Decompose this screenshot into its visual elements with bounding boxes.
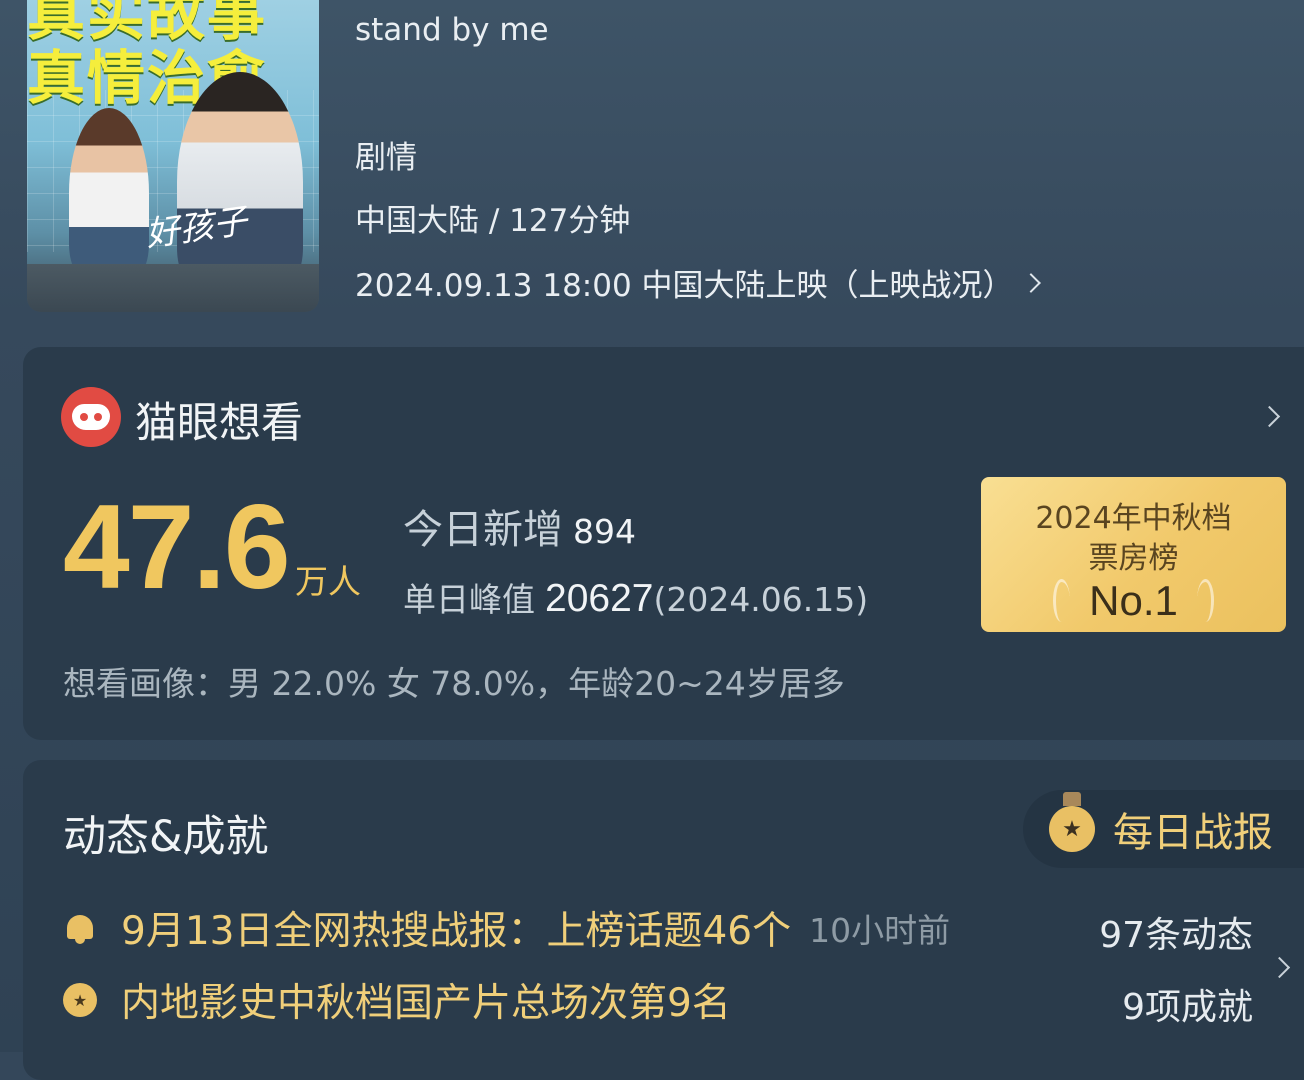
chevron-right-icon [1020, 272, 1041, 293]
medal-icon: ★ [63, 983, 97, 1017]
peak-date: (2024.06.15) [653, 580, 869, 619]
release-text: 2024.09.13 18:00 中国大陆上映（上映战况） [355, 268, 1014, 304]
movie-region-duration: 中国大陆 / 127分钟 [355, 203, 631, 239]
rank-line1: 2024年中秋档 [1035, 501, 1232, 536]
achievements-title: 动态&成就 [63, 812, 269, 862]
achievement-item[interactable]: ★ 内地影史中秋档国产片总场次第9名 [63, 972, 731, 1028]
peak-label: 单日峰值 [403, 580, 535, 619]
poster-boy-figure [69, 108, 149, 278]
poster-teen-figure [177, 72, 303, 292]
want-to-see-title: 猫眼想看 [135, 398, 304, 447]
daily-peak: 单日峰值 20627(2024.06.15) [403, 573, 868, 621]
today-value: 894 [573, 512, 636, 551]
medal-icon: ★ [1049, 792, 1095, 852]
achievement-item[interactable]: 9月13日全网热搜战报：上榜话题46个 10小时前 [63, 900, 950, 956]
movie-genre: 剧情 [355, 140, 417, 176]
laurel-right-icon [1197, 579, 1214, 622]
chevron-right-icon[interactable] [1268, 956, 1291, 979]
movie-poster[interactable]: 真实故事 真情治愈 好孩子 [27, 0, 319, 312]
achievement-text: 内地影史中秋档国产片总场次第9名 [121, 981, 731, 1026]
achievements-card: 动态&成就 ★ 每日战报 9月13日全网热搜战报：上榜话题46个 10小时前 9… [23, 760, 1304, 1080]
release-info-link[interactable]: 2024.09.13 18:00 中国大陆上映（上映战况） [355, 260, 1041, 305]
rank-value: No.1 [1089, 577, 1178, 624]
daily-report-label: 每日战报 [1113, 810, 1273, 856]
maoyan-logo-icon [61, 387, 121, 447]
daily-report-button[interactable]: ★ 每日战报 [1023, 790, 1304, 868]
achievements-count[interactable]: 9项成就 [1122, 978, 1253, 1030]
movie-subtitle: stand by me [355, 12, 549, 48]
achievement-text: 9月13日全网热搜战报：上榜话题46个 [121, 909, 792, 954]
today-increase: 今日新增 894 [403, 497, 636, 555]
want-to-see-count: 47.6 [63, 480, 291, 614]
today-label: 今日新增 [403, 507, 563, 553]
want-to-see-unit: 万人 [295, 562, 361, 601]
want-to-see-card[interactable]: 猫眼想看 47.6 万人 今日新增 894 单日峰值 20627(2024.06.1… [23, 347, 1304, 740]
poster-floor [27, 264, 319, 312]
peak-value: 20627 [545, 577, 654, 620]
rank-line2: 票房榜 [1088, 541, 1179, 576]
audience-portrait: 想看画像：男 22.0% 女 78.0%，年龄20~24岁居多 [63, 664, 845, 703]
chevron-right-icon[interactable] [1258, 405, 1281, 428]
dynamics-count[interactable]: 97条动态 [1099, 906, 1253, 958]
achievement-time: 10小时前 [809, 911, 951, 950]
box-office-rank-badge[interactable]: 2024年中秋档 票房榜 No.1 [981, 477, 1286, 632]
bell-icon [63, 911, 97, 945]
